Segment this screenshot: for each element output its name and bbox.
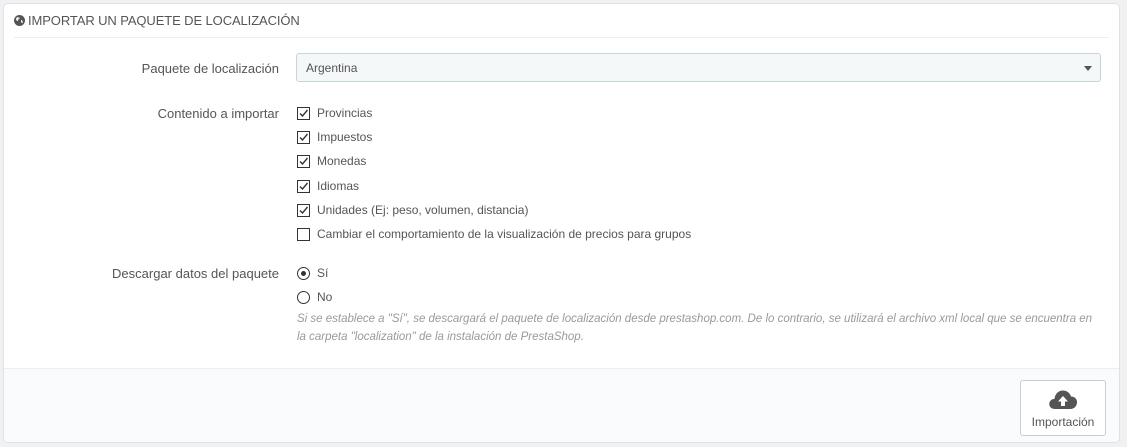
radio-yes[interactable]: Sí: [297, 265, 328, 281]
panel-heading: Importar un paquete de localización: [14, 4, 1109, 38]
checkbox-checked-icon[interactable]: [297, 106, 310, 120]
checkbox-label: Provincias: [317, 106, 373, 120]
localization-pack-select[interactable]: Argentina: [296, 53, 1101, 82]
checkbox-label: Cambiar el comportamiento de la visualiz…: [317, 227, 692, 241]
import-button-label: Importación: [1031, 415, 1095, 429]
select-value: Argentina: [306, 60, 358, 75]
download-label: Descargar datos del paquete: [112, 266, 279, 281]
radio-selected-icon[interactable]: [297, 266, 310, 280]
panel-title: Importar un paquete de localización: [28, 13, 300, 28]
checkbox-label: Unidades (Ej: peso, volumen, distancia): [317, 203, 529, 217]
globe-icon: [14, 15, 25, 26]
checkbox-impuestos[interactable]: Impuestos: [297, 129, 372, 145]
checkbox-label: Impuestos: [317, 130, 373, 144]
checkbox-checked-icon[interactable]: [297, 179, 310, 193]
checkbox-unchecked-icon[interactable]: [297, 227, 310, 241]
checkbox-checked-icon[interactable]: [297, 203, 310, 217]
radio-label: No: [317, 290, 333, 304]
checkbox-monedas[interactable]: Monedas: [297, 153, 366, 169]
checkbox-idiomas[interactable]: Idiomas: [297, 178, 359, 194]
checkbox-provincias[interactable]: Provincias: [297, 105, 372, 121]
content-label: Contenido a importar: [157, 106, 279, 121]
checkbox-label: Monedas: [317, 154, 367, 168]
pack-label: Paquete de localización: [141, 61, 279, 76]
checkbox-label: Idiomas: [317, 179, 360, 193]
checkbox-checked-icon[interactable]: [297, 130, 310, 144]
cloud-upload-icon: [1049, 390, 1078, 409]
import-localization-panel: Importar un paquete de localización Paqu…: [3, 3, 1120, 443]
panel-footer: Importación: [4, 368, 1119, 442]
import-button[interactable]: Importación: [1020, 380, 1106, 436]
radio-label: Sí: [317, 266, 329, 280]
radio-unselected-icon[interactable]: [297, 290, 310, 304]
chevron-down-icon: [1084, 66, 1092, 71]
checkbox-checked-icon[interactable]: [297, 154, 310, 168]
radio-no[interactable]: No: [297, 289, 332, 305]
checkbox-group-prices[interactable]: Cambiar el comportamiento de la visualiz…: [297, 226, 691, 242]
help-text: Si se establece a "Sí", se descargará el…: [297, 313, 1093, 343]
checkbox-unidades[interactable]: Unidades (Ej: peso, volumen, distancia): [297, 202, 528, 218]
